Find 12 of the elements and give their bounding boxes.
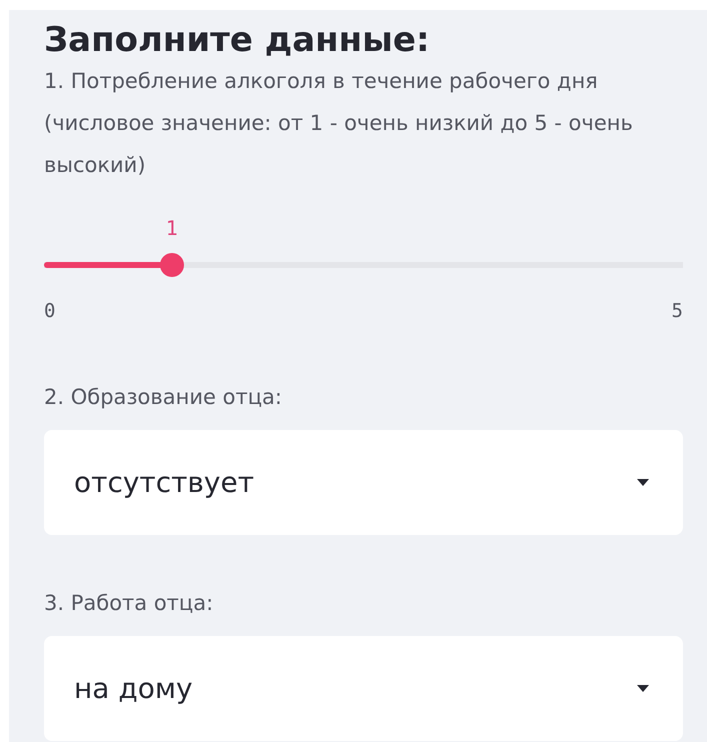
slider-label: 1. Потребление алкоголя в течение рабочего дня (числовое значение: от 1 - очень низкий до 5 - очень высокий) <box>44 68 634 179</box>
caret-icon <box>637 479 649 486</box>
slider-max-label: 5 <box>672 301 683 321</box>
dropdown-select[interactable]: отсутствует <box>44 430 683 535</box>
slider-min-label: 0 <box>44 301 56 321</box>
dropdown-select[interactable]: на дому <box>44 636 683 741</box>
select-label: 3. Работа отца: <box>44 590 214 617</box>
slider-thumb[interactable] <box>160 253 184 277</box>
caret-icon <box>637 685 649 692</box>
select-label: 2. Образование отца: <box>44 384 283 411</box>
slider-value: 1 <box>166 218 178 238</box>
form-heading: Заполните данные: <box>44 20 431 60</box>
